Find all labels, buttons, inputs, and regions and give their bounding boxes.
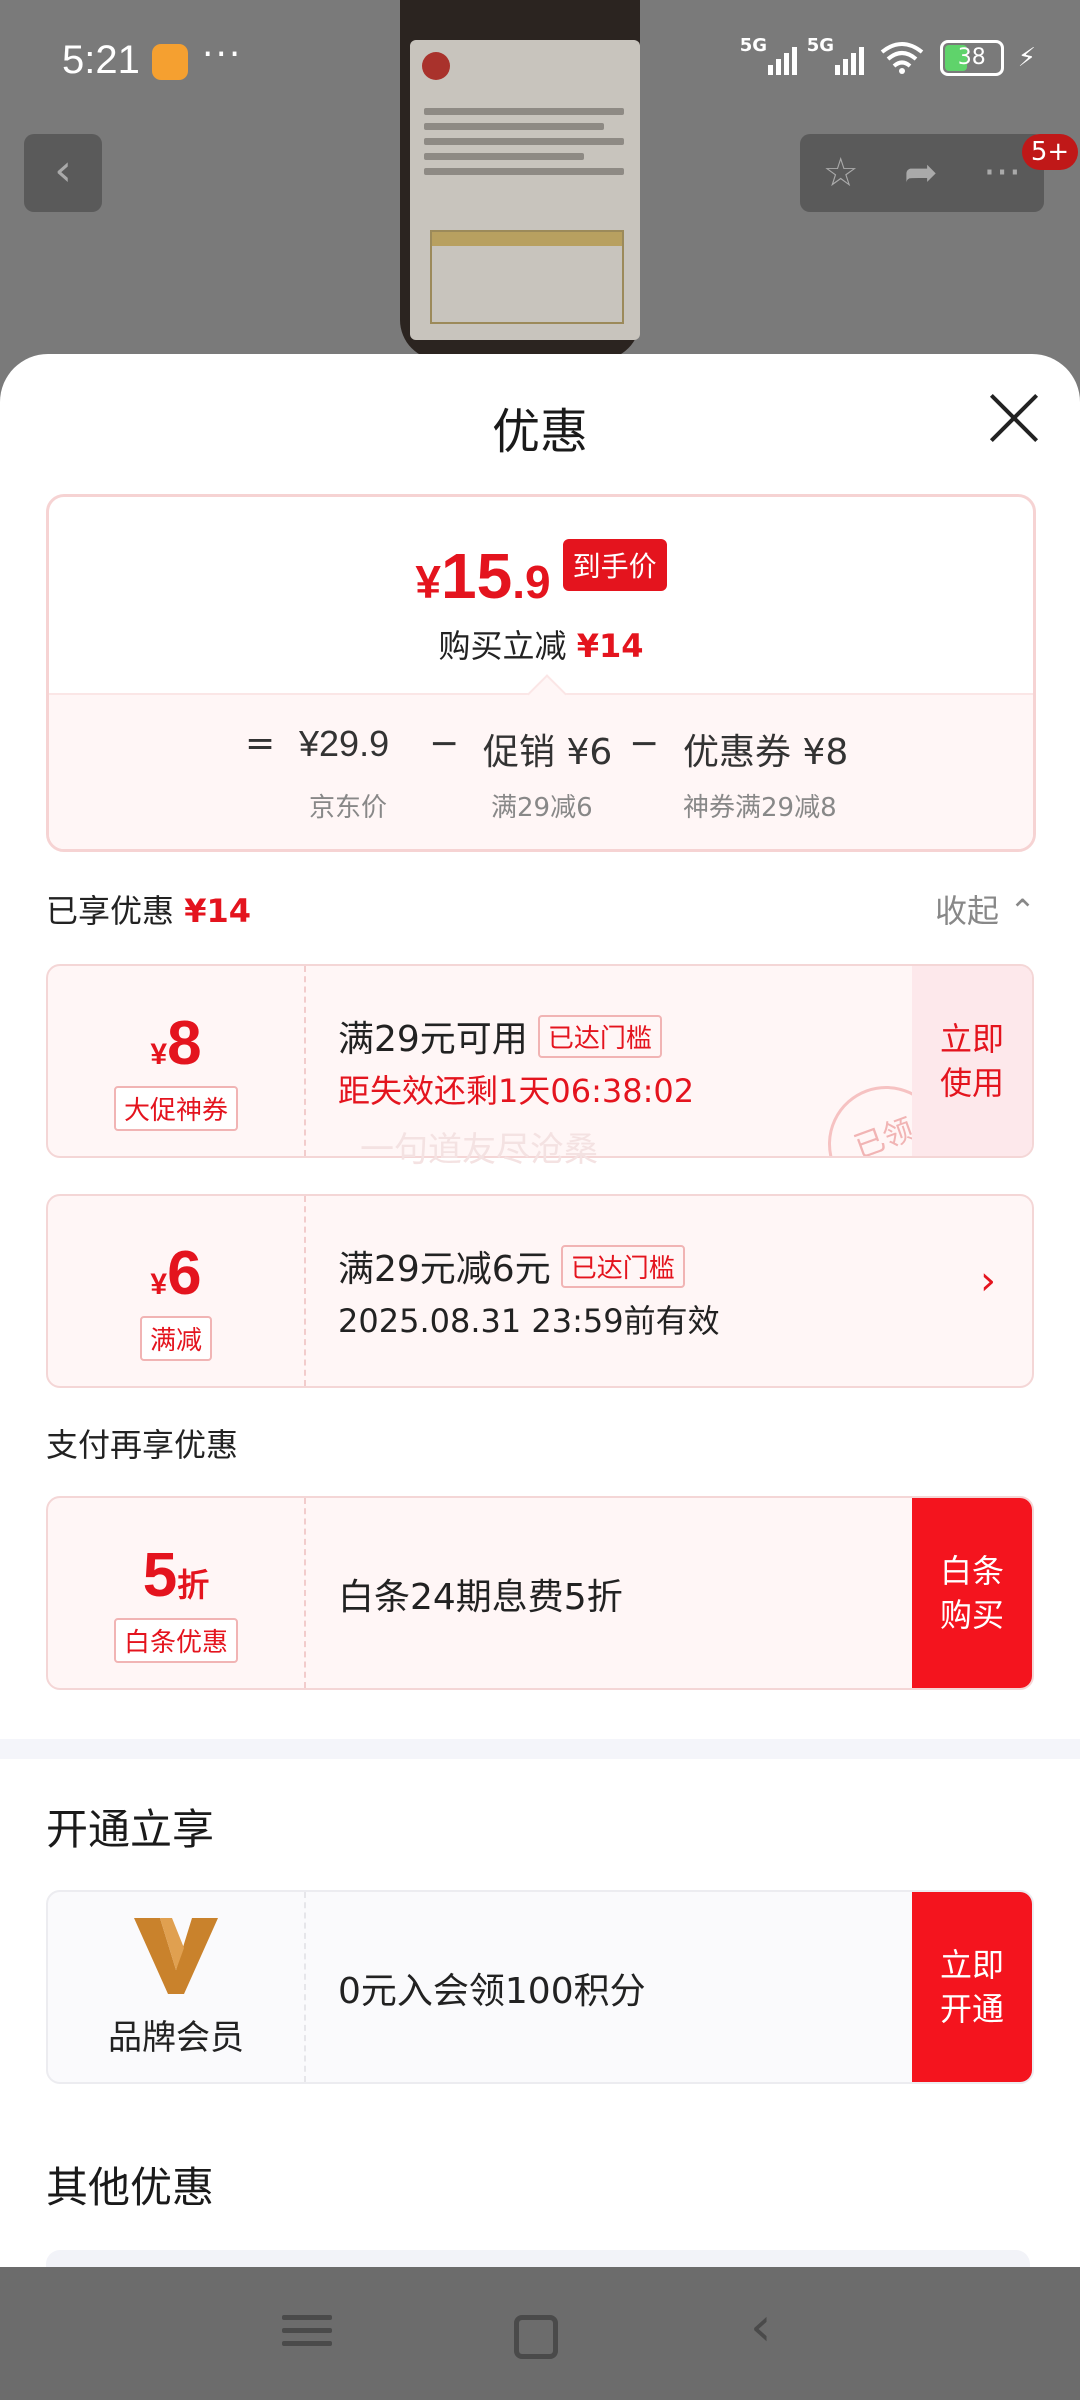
coupon-amount: 优惠券 ¥8 [683,732,849,773]
jd-price-label: 京东价 [309,793,388,823]
back-nav-icon[interactable]: ‹ [750,2300,800,2357]
threshold-badge: 已达门槛 [560,1245,685,1288]
more-icon[interactable]: ··· [983,150,1021,196]
other-discount-card-peek [46,2250,1030,2267]
wifi-icon [880,42,923,74]
coupon-card[interactable]: ¥6 满减 满29元减6元 已达门槛 2025.08.31 23:59前有效 › [46,1194,1034,1388]
threshold-badge: 已达门槛 [537,1015,662,1058]
payment-offer-card: 5折 白条优惠 白条24期息费5折 白条 购买 [46,1496,1034,1690]
coupon-amount: ¥8 [48,1008,304,1079]
payment-type: 白条优惠 [113,1618,238,1663]
join-now-button[interactable]: 立即 开通 [912,1892,1032,2082]
status-bar: 5:21 ··· 5G 5G 38 ⚡ [0,0,1080,125]
coupon-value: 8 [167,1009,202,1078]
baitiao-buy-label: 白条 购买 [939,1552,1004,1634]
membership-heading: 开通立享 [46,1805,215,1854]
price-breakdown: = ¥29.9 − 促销 ¥6 − 优惠券 ¥8 京东价 满29减6 神券满29… [49,693,1033,849]
coupon-validity: 2025.08.31 23:59前有效 [338,1302,720,1340]
system-navigation-bar: ‹ [0,2267,1080,2400]
coupon-amount: ¥6 [48,1238,304,1309]
breakdown-row: = ¥29.9 − 促销 ¥6 − 优惠券 ¥8 [49,723,1033,783]
other-discount-heading: 其他优惠 [46,2163,215,2212]
payment-type-chip: 白条优惠 [48,1618,304,1663]
signal-icon-2: 5G [807,35,864,75]
enjoyed-label-text: 已享优惠 [46,892,175,930]
promo-amount: 促销 ¥6 [483,732,613,773]
collapse-button[interactable]: 收起 ⌃ [935,886,1036,932]
top-action-group: ☆ ➦ ··· [800,134,1044,212]
payment-value-area: 5折 白条优惠 [48,1498,306,1688]
price-decimal: .9 [512,556,551,608]
coupon-title: 满29元减6元 已达门槛 [338,1240,685,1292]
coupon-currency: ¥ [150,1268,168,1301]
use-now-button[interactable]: 立即 使用 [912,966,1032,1156]
reduce-label: 购买立减 [438,627,567,665]
enjoyed-discount-label: 已享优惠 ¥14 [46,886,251,932]
equals-sign: = [245,723,276,764]
payment-discount-amount: 5折 [48,1540,304,1611]
share-icon[interactable]: ➦ [904,150,938,196]
payment-discount-label: 支付再享优惠 [46,1426,239,1464]
brand-v-logo-icon [134,1918,218,1994]
use-now-label: 立即 使用 [939,1020,1004,1102]
status-icons: 5G 5G 38 ⚡ [740,35,1036,76]
nutrition-table [430,230,624,324]
more-notifications-icon: ··· [202,34,243,75]
enjoyed-amount: ¥14 [184,892,251,930]
section-divider [0,1739,1080,1759]
charging-icon: ⚡ [1017,43,1036,73]
coupon-label: 神券满29减8 [683,793,837,823]
coupon-type-chip: 满减 [48,1316,304,1361]
menu-icon[interactable] [282,2307,332,2357]
coupon-value-area: ¥6 满减 [48,1196,306,1386]
sheet-title: 优惠 [491,404,588,460]
coupon-type-chip: 大促神券 [48,1086,304,1131]
minus-sign-2: − [629,723,660,764]
signal-icon: 5G [740,35,797,75]
watermark-text: 一句道友尽沧桑 [360,1130,598,1170]
payment-value: 5 [142,1541,178,1610]
app-notification-icon [152,44,188,80]
member-label: 品牌会员 [108,2018,244,2058]
coupon-type: 满减 [139,1316,212,1361]
reduce-amount: ¥14 [576,627,644,665]
payment-title: 白条24期息费5折 [338,1577,623,1618]
coupon-value-area: ¥8 大促神券 [48,966,306,1156]
coupon-title-text: 满29元可用 [338,1019,528,1060]
coupon-value: 6 [167,1239,202,1308]
final-price-tag: 到手价 [562,539,667,591]
payment-unit: 折 [177,1567,210,1603]
currency-symbol: ¥ [415,556,441,608]
network-type-2: 5G [806,35,835,56]
coupon-currency: ¥ [150,1038,168,1071]
star-icon[interactable]: ☆ [823,150,859,196]
battery-level: 38 [957,45,986,70]
reduce-line: 购买立减 ¥14 [49,621,1033,667]
jd-price: ¥29.9 [299,723,390,764]
member-offer-text: 0元入会领100积分 [338,1971,646,2012]
discount-sheet: 优惠 ¥15.9 到手价 购买立减 ¥14 = ¥29.9 − 促销 ¥6 − 优… [0,354,1080,2267]
baitiao-buy-button[interactable]: 白条 购买 [912,1498,1032,1688]
promo-label: 满29减6 [491,793,593,823]
chevron-right-icon[interactable]: › [980,1258,996,1304]
join-now-label: 立即 开通 [939,1946,1004,2028]
price-integer: 15 [441,540,513,612]
coupon-type: 大促神券 [113,1086,238,1131]
home-icon[interactable] [514,2315,558,2359]
back-button[interactable]: ‹ [24,134,102,212]
coupon-countdown: 距失效还剩1天06:38:02 [338,1072,695,1110]
message-badge: 5+ [1022,134,1078,170]
close-icon[interactable] [988,392,1040,444]
coupon-title-text: 满29元减6元 [338,1249,551,1290]
final-price: ¥15.9 到手价 [49,539,1033,613]
network-type-1: 5G [739,35,768,56]
minus-sign: − [429,723,460,764]
status-time: 5:21 [62,38,140,82]
battery-icon: 38 [939,40,1004,76]
price-summary: ¥15.9 到手价 购买立减 ¥14 = ¥29.9 − 促销 ¥6 − 优惠券 … [46,494,1036,852]
coupon-title: 满29元可用 已达门槛 [338,1010,662,1062]
brand-member-card: 品牌会员 0元入会领100积分 立即 开通 [46,1890,1034,2084]
member-logo-area: 品牌会员 [48,1892,306,2082]
